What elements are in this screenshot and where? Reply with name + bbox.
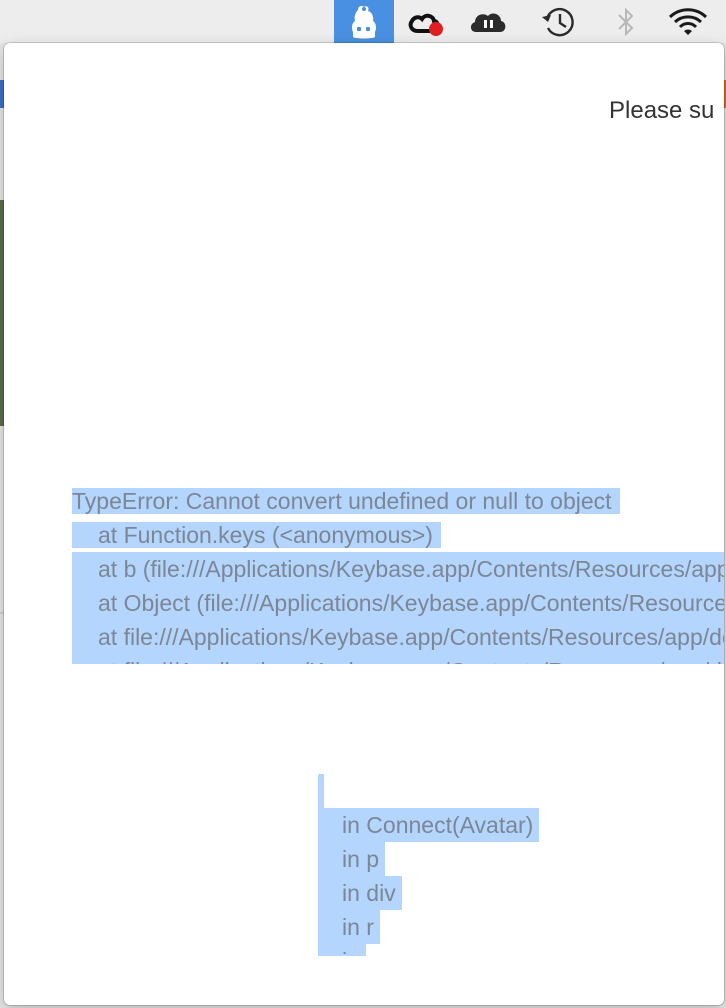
stack-frame: at file:///Applications/Keybase.app/Cont… [72, 620, 724, 654]
stack-frame: at file:///Applications/Keybase.app/Cont… [72, 654, 724, 664]
cloud-sync-paused-icon [470, 13, 506, 32]
error-title: TypeError: Cannot convert undefined or n… [72, 488, 620, 514]
error-line: TypeError: Cannot convert undefined or n… [72, 484, 724, 518]
creative-cloud-menu-extra[interactable] [400, 0, 452, 43]
component-frame: in p [318, 842, 386, 876]
error-line: at Function.keys (<anonymous>) [72, 518, 724, 552]
keybase-menu-extra[interactable] [334, 0, 394, 43]
window-pointer [16, 43, 30, 51]
component-stack[interactable]: in Connect(Avatar) in p in div in r in [318, 774, 578, 956]
selection-caret [318, 774, 324, 808]
component-line: in Connect(Avatar) [318, 808, 578, 842]
wifi-menu-extra[interactable] [660, 0, 716, 43]
creative-cloud-icon [408, 13, 443, 36]
time-machine-menu-extra[interactable] [530, 0, 586, 43]
bluetooth-icon [618, 7, 634, 36]
component-frame: in div [318, 876, 402, 910]
component-line: in r [318, 910, 578, 944]
stack-blank-line [318, 774, 578, 808]
partial-heading: Please su [609, 97, 715, 124]
keybase-window: Please su TypeError: Cannot convert unde… [4, 43, 724, 1005]
component-line: in [318, 944, 578, 956]
time-machine-icon [542, 7, 574, 36]
component-frame: in [318, 944, 366, 956]
component-frame: in Connect(Avatar) [318, 808, 540, 842]
stack-frame: at b (file:///Applications/Keybase.app/C… [72, 552, 724, 586]
stack-frame: at Object (file:///Applications/Keybase.… [72, 586, 724, 620]
component-line: in div [318, 876, 578, 910]
bluetooth-menu-extra[interactable] [606, 0, 646, 43]
stack-frame: at Function.keys (<anonymous>) [72, 522, 441, 548]
menu-bar [0, 0, 726, 43]
error-message[interactable]: TypeError: Cannot convert undefined or n… [72, 484, 724, 664]
component-frame: in r [318, 910, 380, 944]
wifi-icon [668, 7, 708, 35]
keybase-icon [351, 5, 377, 38]
cloud-sync-menu-extra[interactable] [462, 0, 514, 43]
component-line: in p [318, 842, 578, 876]
